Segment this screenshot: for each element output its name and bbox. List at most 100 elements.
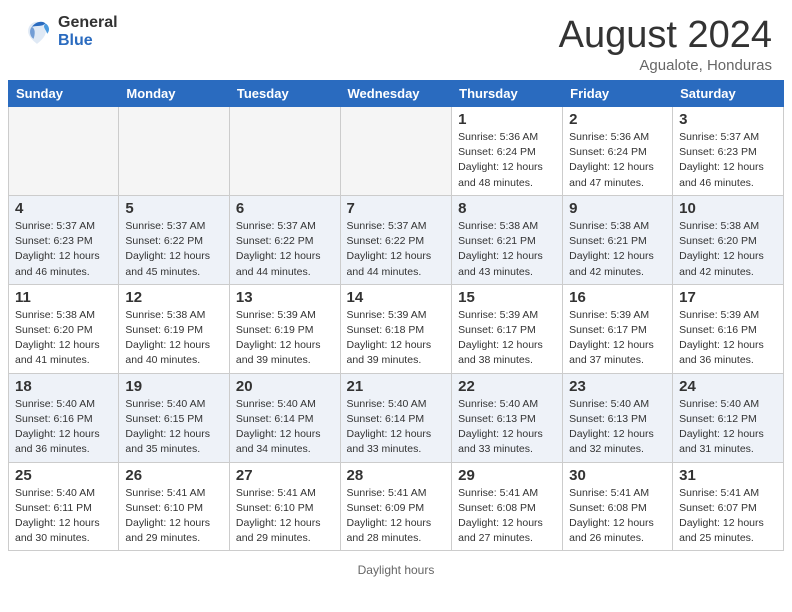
day-number: 26 [125,467,223,484]
calendar-cell: 11 Sunrise: 5:38 AM Sunset: 6:20 PM Dayli… [9,284,119,373]
calendar-cell: 7 Sunrise: 5:37 AM Sunset: 6:22 PM Daylig… [340,195,452,284]
calendar-cell: 19 Sunrise: 5:40 AM Sunset: 6:15 PM Dayli… [119,373,230,462]
footer: Daylight hours [0,559,792,581]
calendar-cell: 25 Sunrise: 5:40 AM Sunset: 6:11 PM Dayli… [9,462,119,551]
day-info: Sunrise: 5:40 AM Sunset: 6:12 PM Dayligh… [679,397,777,458]
day-info: Sunrise: 5:38 AM Sunset: 6:21 PM Dayligh… [458,219,556,280]
day-number: 2 [569,111,666,128]
calendar-cell: 16 Sunrise: 5:39 AM Sunset: 6:17 PM Dayli… [563,284,673,373]
day-number: 9 [569,200,666,217]
calendar-cell [340,107,452,196]
day-number: 6 [236,200,334,217]
day-info: Sunrise: 5:38 AM Sunset: 6:20 PM Dayligh… [679,219,777,280]
day-info: Sunrise: 5:36 AM Sunset: 6:24 PM Dayligh… [458,130,556,191]
calendar-cell: 14 Sunrise: 5:39 AM Sunset: 6:18 PM Dayli… [340,284,452,373]
calendar-cell: 26 Sunrise: 5:41 AM Sunset: 6:10 PM Dayli… [119,462,230,551]
calendar-cell: 13 Sunrise: 5:39 AM Sunset: 6:19 PM Dayli… [229,284,340,373]
day-info: Sunrise: 5:40 AM Sunset: 6:13 PM Dayligh… [569,397,666,458]
calendar-cell: 21 Sunrise: 5:40 AM Sunset: 6:14 PM Dayli… [340,373,452,462]
day-info: Sunrise: 5:39 AM Sunset: 6:17 PM Dayligh… [458,308,556,369]
day-info: Sunrise: 5:39 AM Sunset: 6:17 PM Dayligh… [569,308,666,369]
calendar-cell: 31Sunrise: 5:41 AM Sunset: 6:07 PM Dayli… [673,462,784,551]
logo-text-block: General Blue [58,14,118,49]
calendar-cell [9,107,119,196]
day-number: 16 [569,289,666,306]
day-info: Sunrise: 5:37 AM Sunset: 6:22 PM Dayligh… [125,219,223,280]
day-info: Sunrise: 5:41 AM Sunset: 6:09 PM Dayligh… [347,486,446,547]
day-info: Sunrise: 5:40 AM Sunset: 6:14 PM Dayligh… [236,397,334,458]
day-info: Sunrise: 5:37 AM Sunset: 6:22 PM Dayligh… [236,219,334,280]
calendar-cell: 17Sunrise: 5:39 AM Sunset: 6:16 PM Dayli… [673,284,784,373]
day-number: 25 [15,467,112,484]
calendar-week-5: 25 Sunrise: 5:40 AM Sunset: 6:11 PM Dayli… [9,462,784,551]
day-number: 19 [125,378,223,395]
day-number: 20 [236,378,334,395]
day-info: Sunrise: 5:40 AM Sunset: 6:15 PM Dayligh… [125,397,223,458]
daylight-note: Daylight hours [358,563,435,577]
day-number: 1 [458,111,556,128]
calendar: SundayMondayTuesdayWednesdayThursdayFrid… [8,80,784,551]
calendar-header-thursday: Thursday [452,81,563,107]
calendar-header-friday: Friday [563,81,673,107]
calendar-header-monday: Monday [119,81,230,107]
day-number: 27 [236,467,334,484]
header: General Blue August 2024 Agualote, Hondu… [0,0,792,80]
day-number: 7 [347,200,446,217]
calendar-cell [229,107,340,196]
logo-blue: Blue [58,32,118,50]
title-block: August 2024 Agualote, Honduras [559,14,772,74]
calendar-cell: 8 Sunrise: 5:38 AM Sunset: 6:21 PM Daylig… [452,195,563,284]
calendar-cell: 5 Sunrise: 5:37 AM Sunset: 6:22 PM Daylig… [119,195,230,284]
calendar-cell: 6 Sunrise: 5:37 AM Sunset: 6:22 PM Daylig… [229,195,340,284]
day-number: 12 [125,289,223,306]
day-info: Sunrise: 5:40 AM Sunset: 6:11 PM Dayligh… [15,486,112,547]
day-number: 29 [458,467,556,484]
day-info: Sunrise: 5:37 AM Sunset: 6:22 PM Dayligh… [347,219,446,280]
day-number: 13 [236,289,334,306]
day-number: 4 [15,200,112,217]
calendar-week-4: 18 Sunrise: 5:40 AM Sunset: 6:16 PM Dayli… [9,373,784,462]
calendar-cell: 20 Sunrise: 5:40 AM Sunset: 6:14 PM Dayli… [229,373,340,462]
day-number: 21 [347,378,446,395]
day-number: 10 [679,200,777,217]
day-info: Sunrise: 5:40 AM Sunset: 6:14 PM Dayligh… [347,397,446,458]
day-info: Sunrise: 5:41 AM Sunset: 6:10 PM Dayligh… [125,486,223,547]
day-number: 3 [679,111,777,128]
day-info: Sunrise: 5:38 AM Sunset: 6:19 PM Dayligh… [125,308,223,369]
calendar-cell: 12 Sunrise: 5:38 AM Sunset: 6:19 PM Dayli… [119,284,230,373]
calendar-cell: 28Sunrise: 5:41 AM Sunset: 6:09 PM Dayli… [340,462,452,551]
calendar-cell: 3 Sunrise: 5:37 AM Sunset: 6:23 PM Daylig… [673,107,784,196]
day-number: 24 [679,378,777,395]
day-number: 8 [458,200,556,217]
calendar-cell: 10 Sunrise: 5:38 AM Sunset: 6:20 PM Dayli… [673,195,784,284]
calendar-cell: 23Sunrise: 5:40 AM Sunset: 6:13 PM Dayli… [563,373,673,462]
calendar-cell: 1 Sunrise: 5:36 AM Sunset: 6:24 PM Daylig… [452,107,563,196]
day-info: Sunrise: 5:40 AM Sunset: 6:16 PM Dayligh… [15,397,112,458]
day-number: 11 [15,289,112,306]
calendar-cell: 24 Sunrise: 5:40 AM Sunset: 6:12 PM Dayli… [673,373,784,462]
calendar-cell: 30Sunrise: 5:41 AM Sunset: 6:08 PM Dayli… [563,462,673,551]
day-number: 14 [347,289,446,306]
day-number: 18 [15,378,112,395]
calendar-cell: 27Sunrise: 5:41 AM Sunset: 6:10 PM Dayli… [229,462,340,551]
calendar-week-1: 1 Sunrise: 5:36 AM Sunset: 6:24 PM Daylig… [9,107,784,196]
calendar-cell: 9Sunrise: 5:38 AM Sunset: 6:21 PM Daylig… [563,195,673,284]
calendar-cell [119,107,230,196]
calendar-header-saturday: Saturday [673,81,784,107]
day-info: Sunrise: 5:37 AM Sunset: 6:23 PM Dayligh… [15,219,112,280]
calendar-header-tuesday: Tuesday [229,81,340,107]
day-info: Sunrise: 5:37 AM Sunset: 6:23 PM Dayligh… [679,130,777,191]
day-number: 5 [125,200,223,217]
calendar-cell: 2 Sunrise: 5:36 AM Sunset: 6:24 PM Daylig… [563,107,673,196]
logo-general: General [58,14,118,32]
day-number: 15 [458,289,556,306]
day-info: Sunrise: 5:41 AM Sunset: 6:08 PM Dayligh… [458,486,556,547]
day-info: Sunrise: 5:36 AM Sunset: 6:24 PM Dayligh… [569,130,666,191]
day-info: Sunrise: 5:39 AM Sunset: 6:18 PM Dayligh… [347,308,446,369]
day-number: 30 [569,467,666,484]
calendar-header-sunday: Sunday [9,81,119,107]
day-info: Sunrise: 5:38 AM Sunset: 6:20 PM Dayligh… [15,308,112,369]
day-info: Sunrise: 5:39 AM Sunset: 6:19 PM Dayligh… [236,308,334,369]
logo: General Blue [20,14,118,49]
day-info: Sunrise: 5:40 AM Sunset: 6:13 PM Dayligh… [458,397,556,458]
